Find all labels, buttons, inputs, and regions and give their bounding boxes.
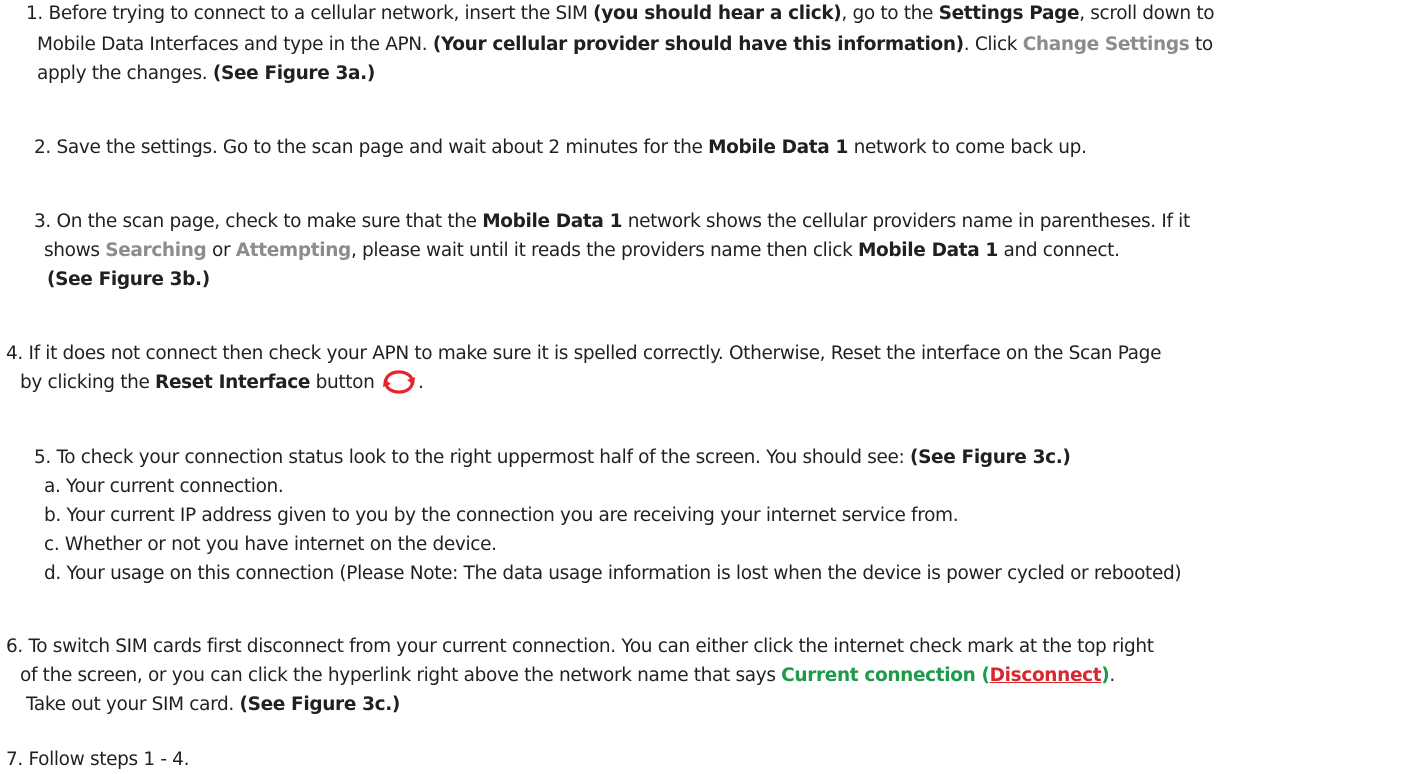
step-6-line-3: Take out your SIM card. (See Figure 3c.) xyxy=(26,694,401,715)
change-settings-label: Change Settings xyxy=(1022,34,1190,55)
step-5-item-a: a. Your current connection. xyxy=(44,476,284,497)
step-5-item-b: b. Your current IP address given to you … xyxy=(44,505,959,526)
reset-interface-icon xyxy=(381,370,417,394)
step-3-line-2: shows Searching or Attempting, please wa… xyxy=(44,240,1120,261)
step-6-line-2: of the screen, or you can click the hype… xyxy=(20,665,1115,686)
step-1-line-3: apply the changes. (See Figure 3a.) xyxy=(37,63,375,84)
step-5-line-1: 5. To check your connection status look … xyxy=(34,447,1071,468)
current-connection-label: Current connection xyxy=(781,665,976,686)
step-2-line-1: 2. Save the settings. Go to the scan pag… xyxy=(34,137,1087,158)
step-3-line-3: (See Figure 3b.) xyxy=(47,269,210,290)
step-4-line-2: by clicking the Reset Interface button . xyxy=(20,370,424,394)
step-1-line-1: 1. Before trying to connect to a cellula… xyxy=(26,3,1215,24)
step-6-line-1: 6. To switch SIM cards first disconnect … xyxy=(6,636,1154,657)
step-4-line-1: 4. If it does not connect then check you… xyxy=(6,343,1162,364)
step-5-item-c: c. Whether or not you have internet on t… xyxy=(44,534,497,555)
step-5-item-d: d. Your usage on this connection (Please… xyxy=(44,563,1182,584)
step-3-line-1: 3. On the scan page, check to make sure … xyxy=(34,211,1190,232)
instructions-document: 1. Before trying to connect to a cellula… xyxy=(0,0,1425,770)
step-1-line-2: Mobile Data Interfaces and type in the A… xyxy=(37,34,1213,55)
disconnect-link[interactable]: Disconnect xyxy=(990,665,1102,686)
step-7-line-1: 7. Follow steps 1 - 4. xyxy=(6,749,190,770)
